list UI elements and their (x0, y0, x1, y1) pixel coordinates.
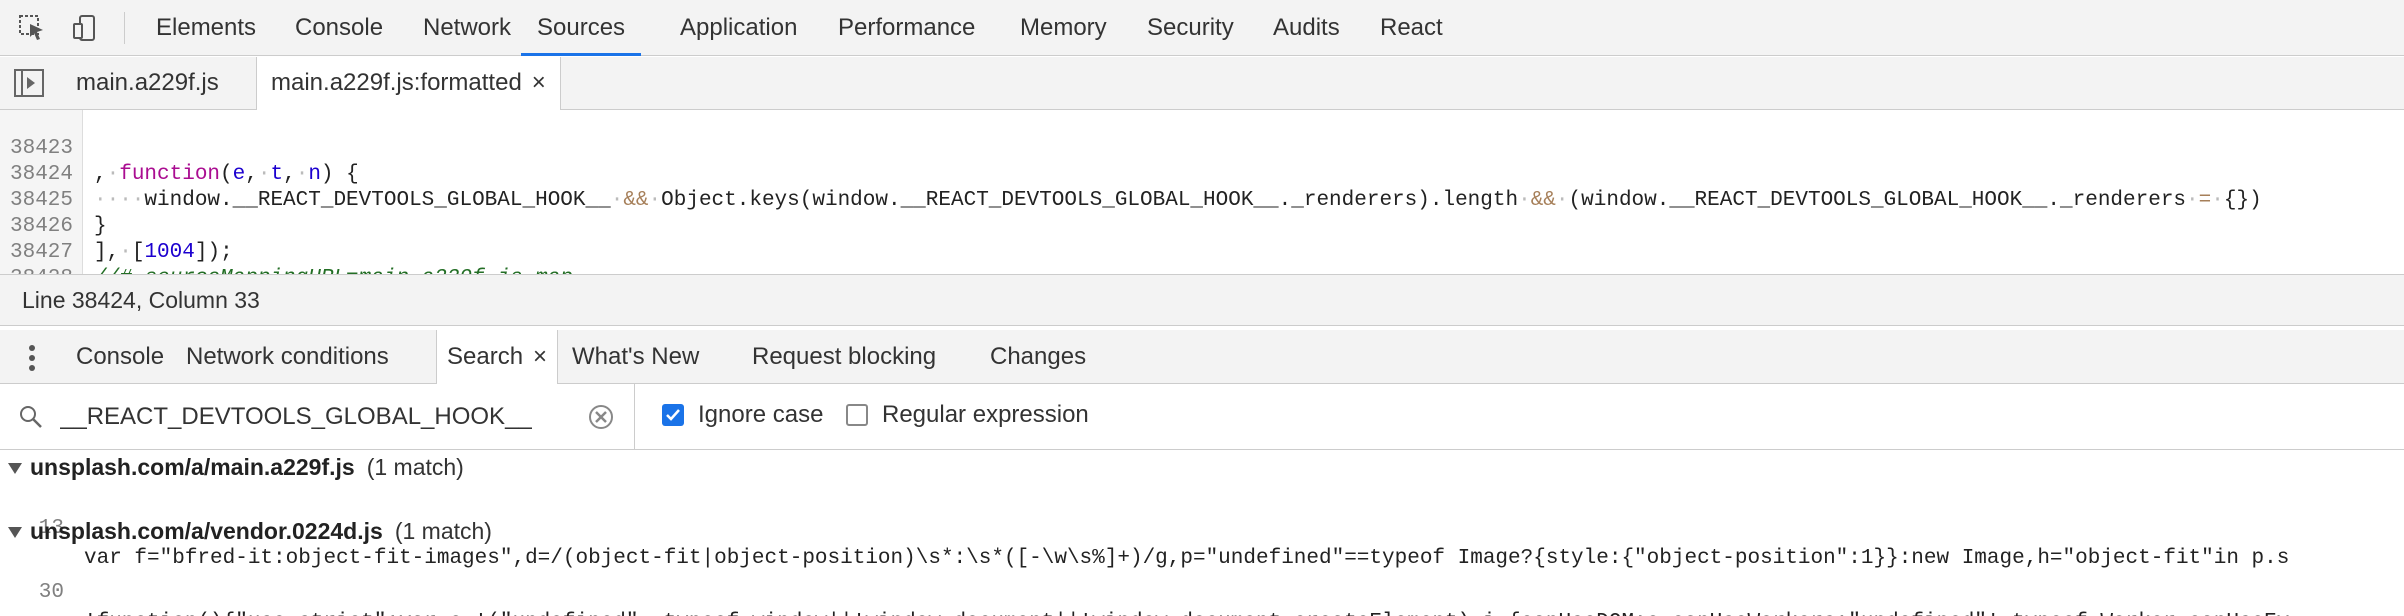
code-text: ],·[1004]); (94, 241, 233, 264)
code-text: ····window.__REACT_DEVTOOLS_GLOBAL_HOOK_… (94, 189, 2262, 212)
result-match-line[interactable]: 30 !function(){"use strict";var o=!("und… (0, 548, 2290, 616)
tab-console[interactable]: Console (295, 0, 383, 56)
result-code: !function(){"use strict";var o=!("undefi… (84, 608, 2289, 616)
drawer-tab-label: Search (447, 343, 524, 370)
tab-performance[interactable]: Performance (838, 0, 975, 56)
code-line: 38423 ,·function(e,·t,·n) { (0, 110, 359, 186)
result-file-header[interactable]: unsplash.com/a/vendor.0224d.js (1 match) (0, 516, 492, 546)
drawer-tab-bar: Console Network conditions Search × What'… (0, 330, 2404, 384)
search-box (0, 384, 635, 449)
result-file-name: unsplash.com/a/vendor.0224d.js (30, 518, 383, 544)
drawer-tab-console[interactable]: Console (76, 330, 164, 383)
tab-elements[interactable]: Elements (156, 0, 256, 56)
ignore-case-checkbox[interactable] (662, 404, 684, 426)
tab-memory[interactable]: Memory (1020, 0, 1107, 56)
result-code: var f="bfred-it:object-fit-images",d=/(o… (84, 547, 2290, 570)
code-text: ,·function(e,·t,·n) { (94, 163, 359, 186)
devtools-toolbar: Elements Console Network Sources Applica… (0, 0, 2404, 56)
tab-react[interactable]: React (1380, 0, 1443, 56)
close-drawer-tab-icon[interactable]: × (533, 343, 547, 370)
tab-network[interactable]: Network (423, 0, 511, 56)
expand-triangle-icon[interactable] (8, 463, 22, 475)
code-line: 38428 (0, 240, 73, 274)
drawer-tab-changes[interactable]: Changes (990, 330, 1086, 383)
tab-audits[interactable]: Audits (1273, 0, 1340, 56)
clear-search-icon[interactable] (588, 404, 614, 430)
code-comment: //# sourceMappingURL=main.a229f.js.map (94, 266, 573, 274)
expand-triangle-icon[interactable] (8, 527, 22, 539)
drawer-tab-network-conditions[interactable]: Network conditions (186, 330, 389, 383)
regex-checkbox[interactable] (846, 404, 868, 426)
file-tab-label: main.a229f.js:formatted (271, 69, 522, 96)
code-text: } (94, 215, 107, 238)
cursor-position: Line 38424, Column 33 (22, 287, 260, 313)
more-tools-icon[interactable] (28, 344, 36, 372)
result-file-name: unsplash.com/a/main.a229f.js (30, 454, 355, 480)
tab-security[interactable]: Security (1147, 0, 1234, 56)
code-line: 38425 } (0, 162, 107, 238)
drawer-tab-request-blocking[interactable]: Request blocking (752, 330, 936, 383)
result-match-count: (1 match) (366, 454, 464, 480)
result-file-header[interactable]: unsplash.com/a/main.a229f.js (1 match) (0, 452, 464, 482)
code-editor[interactable]: 38423 ,·function(e,·t,·n) { 38424 ····wi… (0, 110, 2404, 274)
inspect-element-icon[interactable] (16, 12, 48, 44)
code-line: 38426 ],·[1004]); (0, 188, 233, 264)
checkmark-icon (666, 409, 680, 421)
tab-sources[interactable]: Sources (521, 0, 642, 56)
drawer-tab-whats-new[interactable]: What's New (572, 330, 699, 383)
code-line: 38427 //# sourceMappingURL=main.a229f.js… (0, 214, 573, 274)
toolbar-divider (124, 12, 125, 44)
line-number: 38428 (10, 266, 78, 274)
search-icon (20, 406, 42, 428)
regex-label: Regular expression (882, 401, 1089, 428)
result-match-line[interactable]: 13 var f="bfred-it:object-fit-images",d=… (0, 484, 2290, 570)
search-input[interactable] (58, 397, 572, 437)
result-line-number: 30 (38, 581, 64, 604)
code-line: 38424 ····window.__REACT_DEVTOOLS_GLOBAL… (0, 136, 2262, 212)
search-results: unsplash.com/a/main.a229f.js (1 match) 13… (0, 452, 2404, 616)
ignore-case-label: Ignore case (698, 401, 824, 428)
tab-application[interactable]: Application (680, 0, 797, 56)
file-tab-main[interactable]: main.a229f.js (76, 57, 219, 109)
device-toolbar-icon[interactable] (70, 12, 102, 44)
toggle-navigator-icon[interactable] (14, 69, 44, 97)
editor-status-bar: Line 38424, Column 33 (0, 274, 2404, 326)
search-toolbar: Ignore case Regular expression (0, 384, 2404, 450)
file-tab-main-formatted[interactable]: main.a229f.js:formatted × (256, 57, 561, 110)
drawer-tab-search[interactable]: Search × (436, 330, 559, 384)
file-tab-bar: main.a229f.js main.a229f.js:formatted × (0, 57, 2404, 110)
close-tab-icon[interactable]: × (532, 69, 546, 96)
result-match-count: (1 match) (394, 518, 492, 544)
